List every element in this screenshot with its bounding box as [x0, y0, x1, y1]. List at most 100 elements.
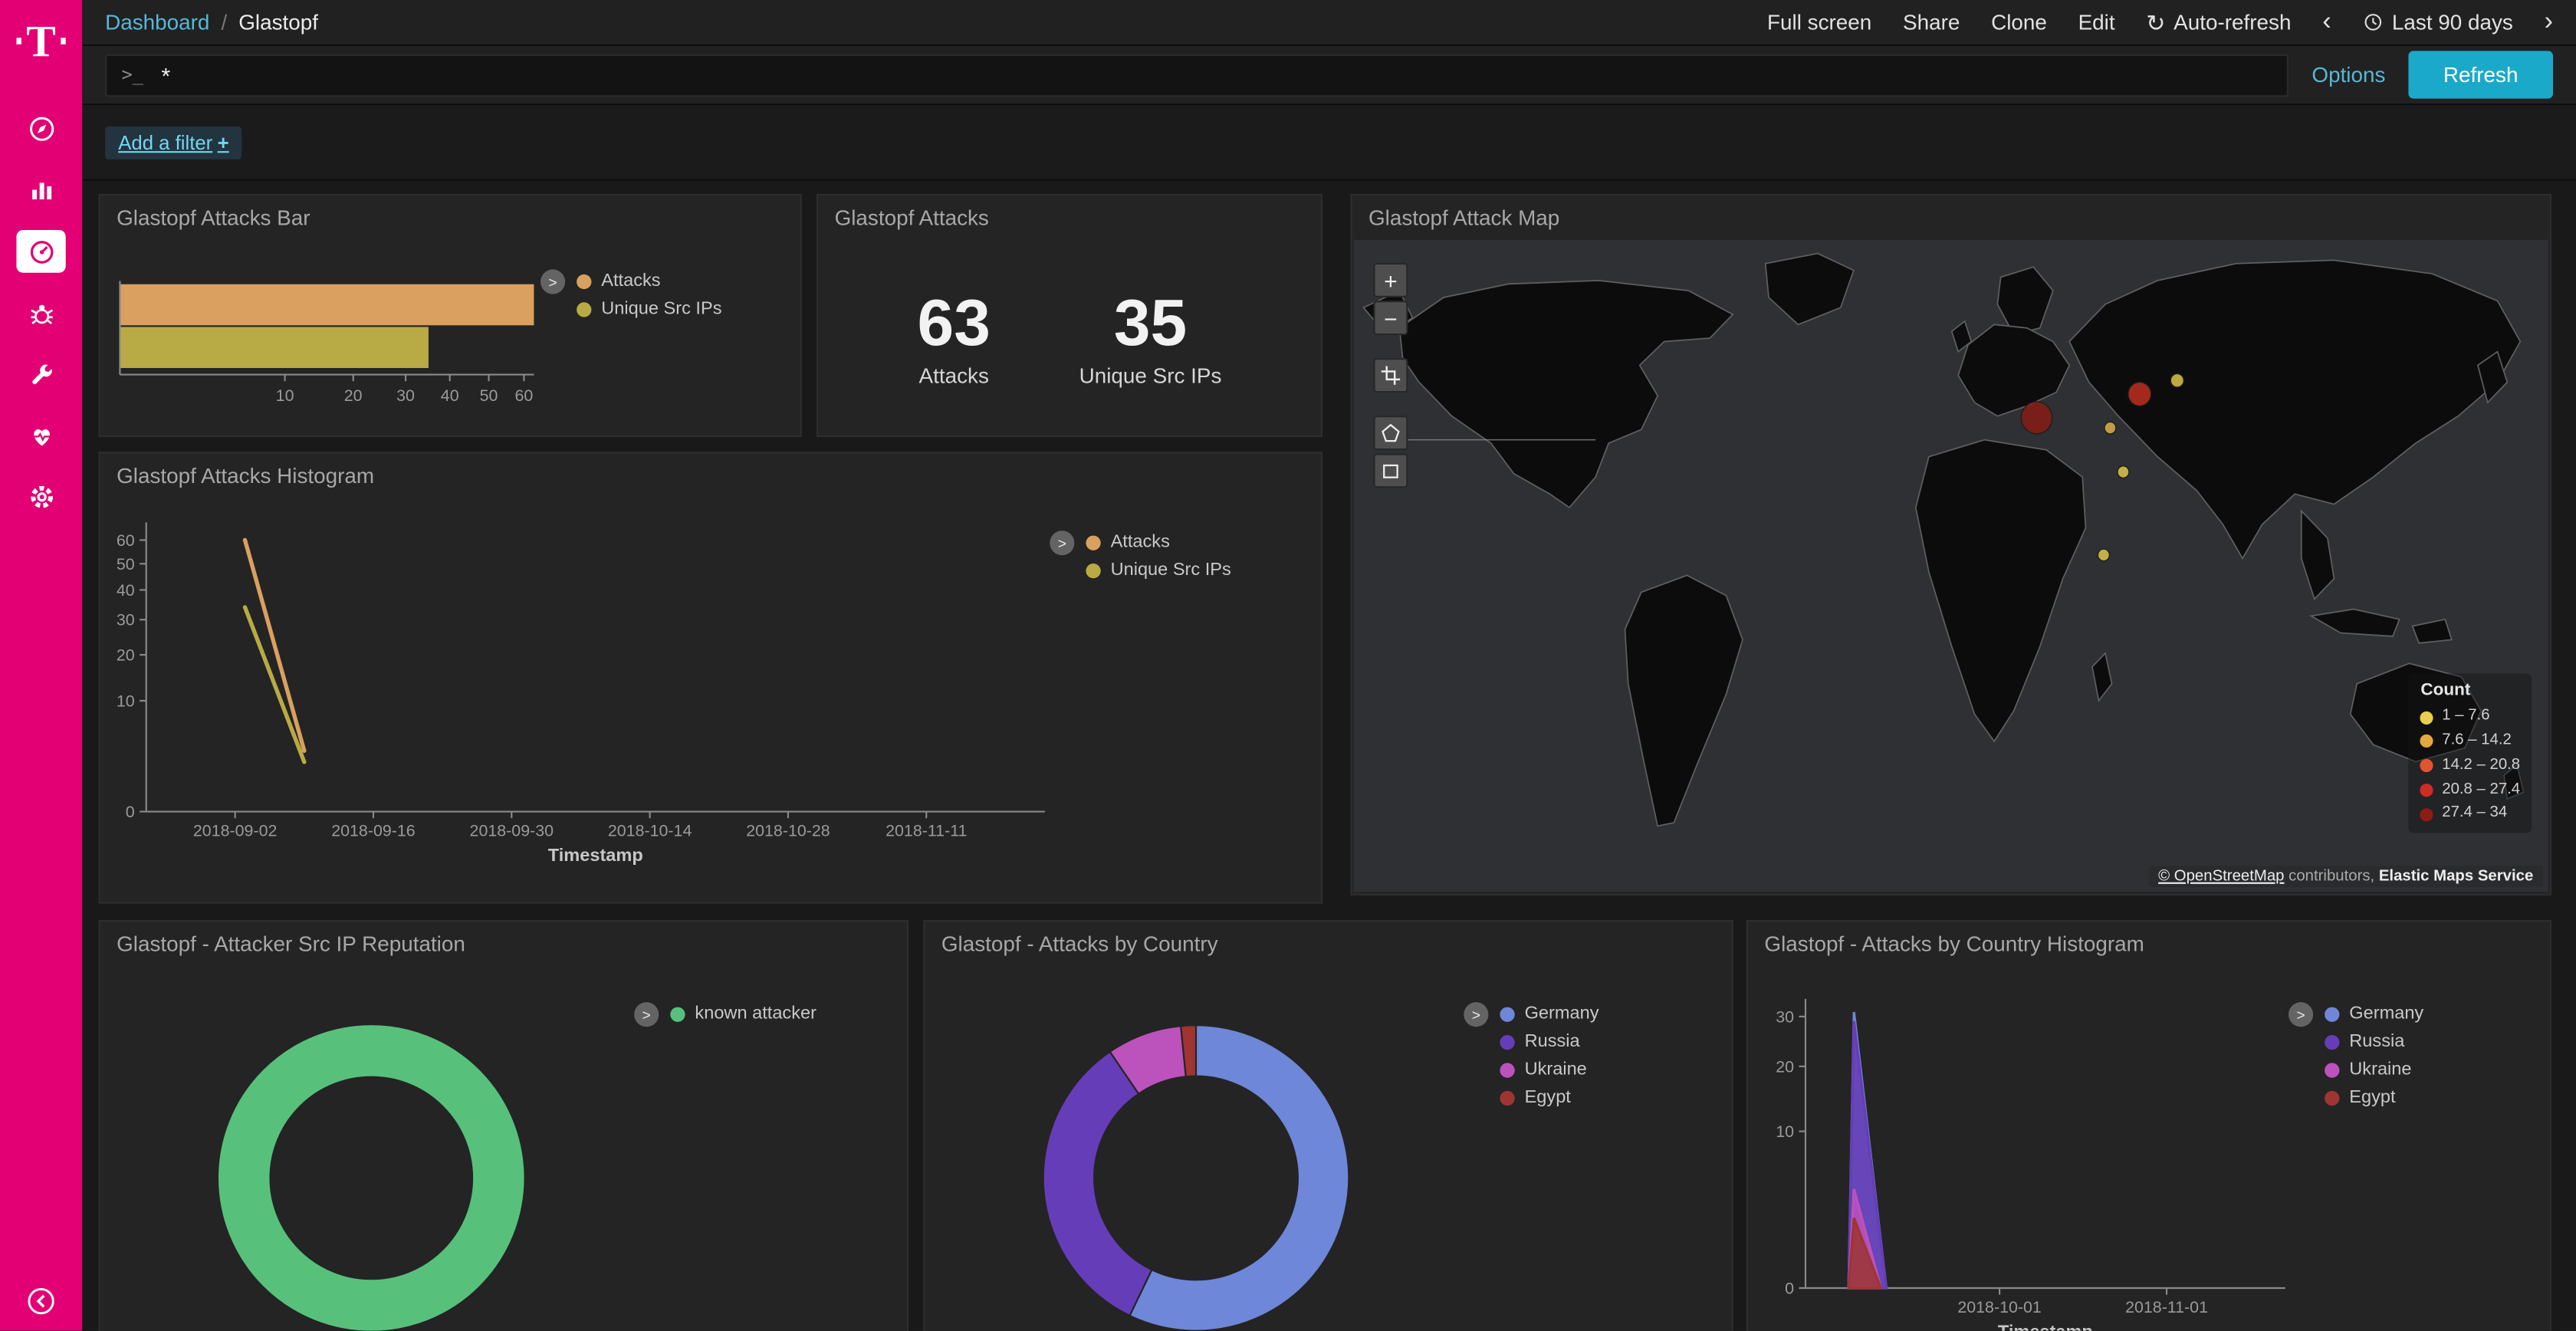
- legend-item[interactable]: Russia: [1500, 1032, 1598, 1052]
- legend-item[interactable]: Attacks: [1086, 532, 1230, 552]
- legend-item[interactable]: Ukraine: [2325, 1060, 2423, 1080]
- app-sidebar: T: [0, 0, 82, 1331]
- panel-title: Glastopf Attacks: [835, 205, 989, 230]
- query-input[interactable]: >_ *: [105, 54, 2288, 97]
- sidebar-item-dev-tools[interactable]: [16, 355, 65, 394]
- legend-item[interactable]: Attacks: [577, 271, 721, 291]
- time-forward-button[interactable]: ›: [2545, 8, 2553, 38]
- attack-point[interactable]: [2104, 422, 2116, 433]
- legend-item[interactable]: Germany: [1500, 1004, 1598, 1024]
- svg-text:30: 30: [117, 611, 135, 629]
- legend-color-dot: [577, 301, 591, 316]
- dashboard-grid: Glastopf Attacks Bar 102030405060 >Attac…: [82, 181, 2576, 1331]
- legend-label: Unique Src IPs: [601, 299, 721, 319]
- full-screen-button[interactable]: Full screen: [1767, 10, 1871, 35]
- country-donut-chart[interactable]: [925, 968, 1733, 1331]
- legend-color-dot: [1500, 1007, 1514, 1021]
- legend-toggle-icon[interactable]: >: [1464, 1002, 1488, 1027]
- metric-attacks: 63 Attacks: [918, 291, 991, 387]
- svg-text:60: 60: [117, 531, 135, 550]
- fit-bounds-button[interactable]: [1373, 358, 1408, 393]
- legend-item[interactable]: Egypt: [1500, 1088, 1598, 1108]
- legend-toggle-icon[interactable]: >: [634, 1002, 659, 1027]
- osm-link[interactable]: © OpenStreetMap: [2158, 867, 2284, 886]
- sidebar-item-honeypot-app[interactable]: [16, 294, 65, 334]
- heartbeat-icon: [27, 422, 54, 449]
- legend-color-dot: [2325, 1062, 2339, 1076]
- telekom-logo[interactable]: T: [16, 16, 65, 65]
- legend-item[interactable]: Unique Src IPs: [1086, 560, 1230, 580]
- svg-text:50: 50: [117, 555, 135, 573]
- legend-color-dot: [2420, 784, 2433, 797]
- breadcrumb-dashboard-link[interactable]: Dashboard: [105, 10, 209, 35]
- auto-refresh-button[interactable]: ↻Auto-refresh: [2146, 10, 2291, 35]
- metric-group: 63 Attacks 35 Unique Src IPs: [818, 291, 1321, 387]
- zoom-in-button[interactable]: +: [1373, 263, 1408, 297]
- svg-text:2018-11-11: 2018-11-11: [886, 822, 967, 840]
- clock-icon: [2362, 12, 2384, 33]
- attack-point[interactable]: [2170, 373, 2183, 387]
- legend-toggle-icon[interactable]: >: [2288, 1002, 2313, 1027]
- time-range-label: Last 90 days: [2392, 10, 2513, 35]
- legend-label: Unique Src IPs: [1111, 560, 1231, 580]
- legend-item[interactable]: Egypt: [2325, 1088, 2423, 1108]
- svg-text:0: 0: [126, 803, 135, 821]
- legend-item[interactable]: Unique Src IPs: [577, 299, 721, 319]
- attack-point[interactable]: [2118, 466, 2129, 478]
- sidebar-item-monitoring[interactable]: [16, 416, 65, 455]
- svg-text:2018-10-01: 2018-10-01: [1957, 1298, 2042, 1316]
- map-legend-item: 27.4 – 34: [2420, 802, 2520, 827]
- sidebar-item-visualize[interactable]: [16, 169, 65, 209]
- legend-color-dot: [2420, 711, 2433, 724]
- metric-value: 35: [1079, 291, 1222, 357]
- ems-link[interactable]: Elastic Maps Service: [2379, 867, 2533, 886]
- polygon-icon: [1380, 422, 1401, 444]
- legend: > Attacks Unique Src IPs: [540, 271, 722, 319]
- sidebar-item-management[interactable]: [16, 476, 65, 515]
- svg-text:2018-09-30: 2018-09-30: [470, 822, 554, 840]
- attack-point[interactable]: [2128, 382, 2151, 406]
- filter-bar: Add a filter+: [82, 105, 2576, 181]
- time-range-button[interactable]: Last 90 days: [2362, 10, 2513, 35]
- draw-rectangle-button[interactable]: [1373, 453, 1408, 488]
- share-button[interactable]: Share: [1903, 10, 1960, 35]
- legend-item[interactable]: Germany: [2325, 1004, 2423, 1024]
- collapse-sidebar-button[interactable]: [26, 1287, 56, 1321]
- legend-label: Germany: [1525, 1004, 1599, 1024]
- svg-text:2018-09-16: 2018-09-16: [331, 822, 416, 840]
- options-link[interactable]: Options: [2312, 62, 2385, 87]
- attack-point[interactable]: [2021, 402, 2052, 434]
- edit-button[interactable]: Edit: [2078, 10, 2115, 35]
- breadcrumb-current: Glastopf: [238, 10, 318, 35]
- clone-button[interactable]: Clone: [1991, 10, 2047, 35]
- legend-label: 14.2 – 20.8: [2442, 754, 2520, 778]
- legend-item[interactable]: Russia: [2325, 1032, 2423, 1052]
- metric-label: Unique Src IPs: [1079, 363, 1222, 388]
- rectangle-icon: [1380, 460, 1401, 481]
- legend-item[interactable]: known attacker: [670, 1004, 816, 1024]
- svg-text:10: 10: [276, 386, 294, 405]
- country-histogram-chart[interactable]: 01020302018-10-012018-11-01Timestamp: [1748, 968, 2551, 1331]
- sidebar-item-discover[interactable]: [16, 108, 65, 147]
- zoom-out-button[interactable]: −: [1373, 301, 1408, 335]
- legend-toggle-icon[interactable]: >: [1050, 531, 1074, 555]
- panel-attacks-histogram: Glastopf Attacks Histogram 0102030405060…: [99, 452, 1322, 903]
- time-back-button[interactable]: ‹: [2322, 8, 2331, 38]
- top-nav-bar: Dashboard / Glastopf Full screen Share C…: [82, 0, 2576, 46]
- legend-color-dot: [1500, 1090, 1514, 1105]
- sidebar-item-dashboard[interactable]: [16, 230, 65, 273]
- attack-map[interactable]: + − Count 1 – 7.67.6 – 14.214.2 – 20.820…: [1354, 240, 2548, 892]
- draw-polygon-button[interactable]: [1373, 416, 1408, 450]
- refresh-button[interactable]: Refresh: [2408, 51, 2553, 98]
- add-filter-link[interactable]: Add a filter+: [105, 126, 242, 159]
- legend-toggle-icon[interactable]: >: [540, 269, 565, 294]
- panel-attacks-by-country: Glastopf - Attacks by Country >GermanyRu…: [923, 920, 1733, 1331]
- logo-dot: [60, 38, 65, 44]
- legend-item[interactable]: Ukraine: [1500, 1060, 1598, 1080]
- legend-color-dot: [2420, 808, 2433, 821]
- map-legend-title: Count: [2420, 681, 2520, 701]
- legend-label: Russia: [1525, 1032, 1580, 1052]
- attack-point[interactable]: [2098, 549, 2109, 560]
- gauge-icon: [27, 238, 54, 265]
- svg-text:50: 50: [480, 386, 498, 405]
